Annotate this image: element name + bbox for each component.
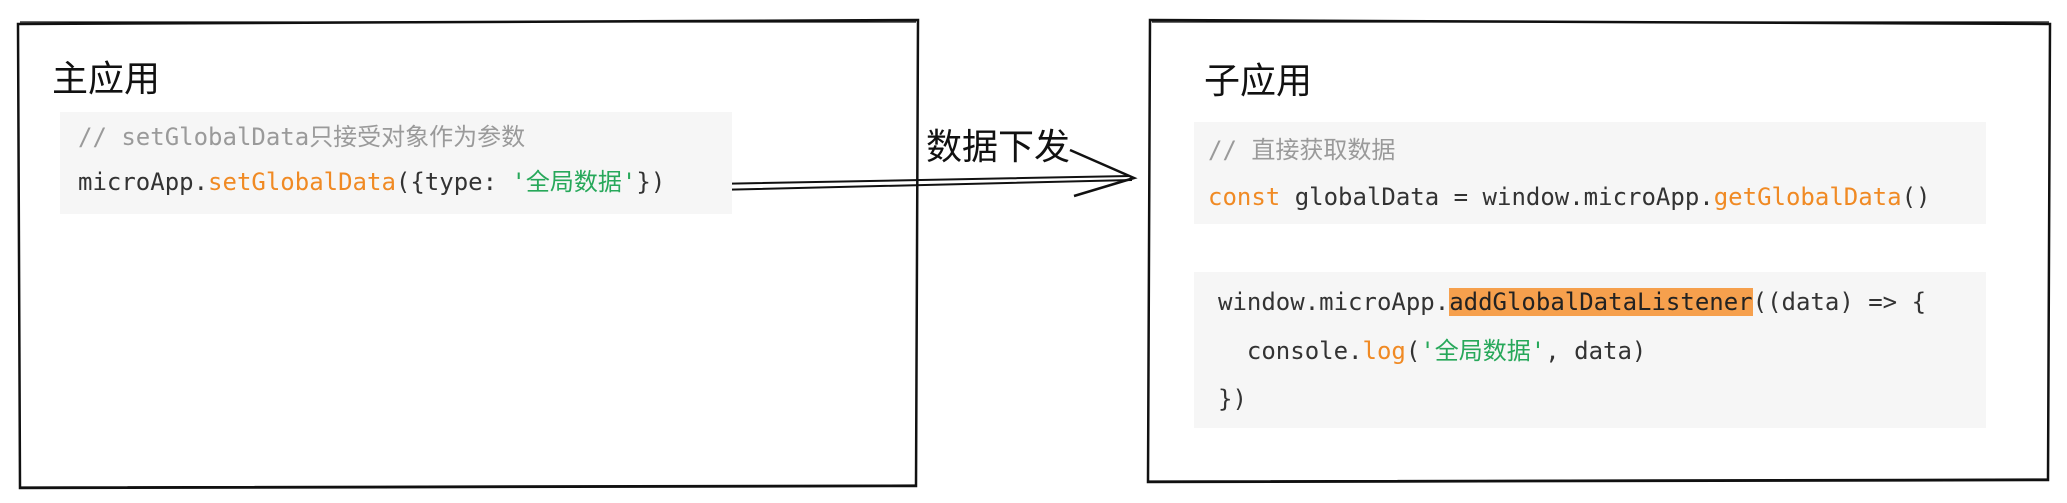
get-global-data-fn: getGlobalData (1713, 183, 1902, 211)
code-tail: ((data) => { (1752, 288, 1927, 316)
code-args-open: ({type: (395, 168, 512, 196)
sub-app-title: 子应用 (1204, 61, 1313, 102)
code-tail: () (1901, 183, 1931, 211)
code-object: window.microApp. (1218, 288, 1450, 316)
main-app-code-line: microApp.setGlobalData({type: '全局数据'}) (78, 167, 665, 197)
data-flow-arrow (711, 175, 1133, 191)
set-global-data-fn: setGlobalData (208, 168, 396, 196)
sub-app-code-line: const globalData = window.microApp.getGl… (1208, 182, 1930, 212)
log-fn: log (1362, 337, 1406, 365)
code-string: '全局数据' (1420, 337, 1546, 365)
main-app-code-comment: // setGlobalData只接受对象作为参数 (78, 123, 526, 151)
code-object: microApp. (78, 168, 209, 196)
listener-line-2: console.log('全局数据', data) (1218, 336, 1646, 366)
code-keyword: const (1208, 183, 1281, 211)
code-paren: ( (1405, 337, 1421, 365)
code-tail: , data) (1545, 337, 1647, 365)
arrow-head-icon (1069, 148, 1138, 198)
sub-app-code-block-2: window.microApp.addGlobalDataListener((d… (1194, 272, 1986, 428)
code-args-close: }) (636, 168, 666, 196)
code-string: '全局数据' (511, 168, 637, 196)
listener-line-3: }) (1218, 385, 1247, 413)
edge-label: 数据下发 (926, 127, 1071, 168)
listener-line-1: window.microApp.addGlobalDataListener((d… (1218, 287, 1926, 317)
sub-app-code-comment: // 直接获取数据 (1208, 136, 1396, 164)
main-app-code-block: // setGlobalData只接受对象作为参数 microApp.setGl… (60, 112, 732, 214)
code-object: console. (1218, 337, 1363, 365)
main-app-title: 主应用 (52, 59, 161, 100)
sub-app-code-block-1: // 直接获取数据 const globalData = window.micr… (1194, 122, 1986, 224)
add-global-data-listener-fn: addGlobalDataListener (1449, 288, 1753, 316)
code-mid: globalData = window.microApp. (1280, 183, 1714, 211)
